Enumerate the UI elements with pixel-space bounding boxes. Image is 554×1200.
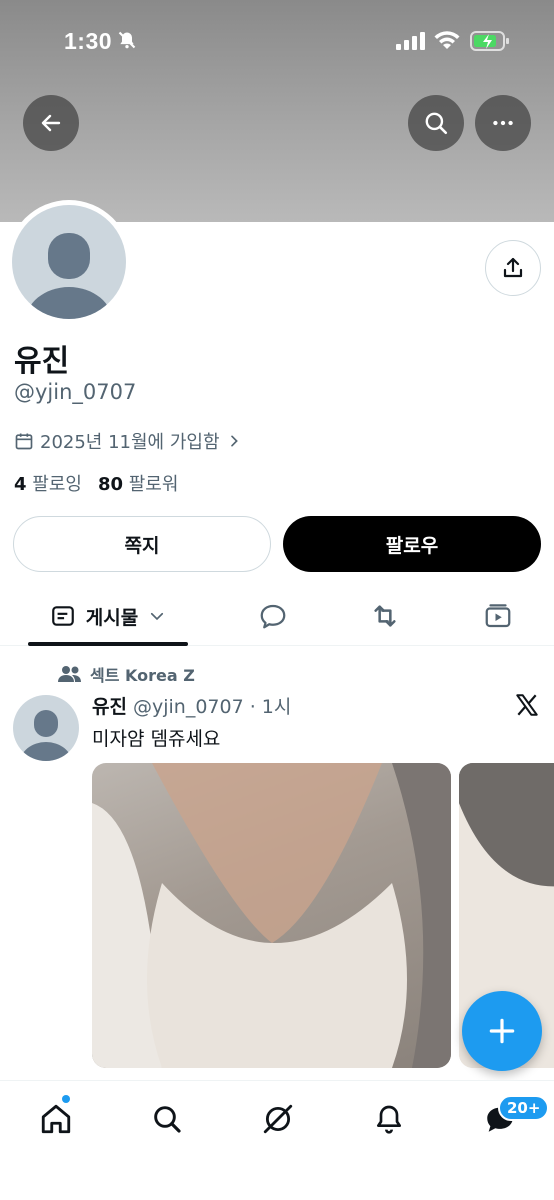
chevron-right-icon	[230, 435, 238, 447]
default-avatar-icon	[25, 233, 113, 319]
wifi-icon	[433, 29, 461, 55]
follow-counts: 4 팔로잉 80 팔로워	[14, 470, 178, 496]
repost-icon	[374, 605, 396, 627]
joined-date[interactable]: 2025년 11월에 가입함	[14, 428, 242, 454]
compose-post-button[interactable]	[462, 991, 542, 1071]
home-icon	[41, 1104, 71, 1134]
community-name: 섹트 Korea Z	[90, 666, 195, 685]
x-logo-icon	[514, 692, 540, 722]
video-media-icon	[485, 604, 511, 628]
followers-link[interactable]: 80 팔로워	[98, 470, 178, 496]
joined-text: 2025년 11월에 가입함	[40, 432, 220, 453]
following-link[interactable]: 4 팔로잉	[14, 470, 82, 496]
profile-tabs: 게시물	[0, 586, 554, 646]
grok-icon	[263, 1104, 293, 1134]
post-text: 미자얌 뎀쥬세요	[92, 728, 221, 750]
nav-notifications[interactable]	[369, 1099, 409, 1139]
user-handle: @yjin_0707	[14, 380, 137, 404]
plus-icon	[489, 1018, 515, 1044]
message-button[interactable]: 쪽지	[13, 516, 271, 572]
active-tab-indicator	[28, 642, 188, 646]
photo-placeholder	[92, 763, 451, 1068]
bell-slash-icon	[117, 30, 137, 54]
post-author-name[interactable]: 유진	[92, 692, 127, 719]
default-avatar-icon	[20, 710, 72, 761]
tab-posts[interactable]: 게시물	[28, 586, 188, 646]
search-icon	[154, 1106, 181, 1133]
battery-charging-icon	[470, 30, 510, 56]
nav-grok[interactable]	[258, 1099, 298, 1139]
tab-replies[interactable]	[243, 586, 303, 646]
share-icon	[503, 257, 523, 278]
reply-bubble-icon	[260, 604, 286, 629]
status-time: 1:30	[64, 28, 113, 54]
post-list-icon	[51, 606, 74, 626]
tab-reposts[interactable]	[355, 586, 415, 646]
post-media-image-1[interactable]	[92, 763, 451, 1068]
display-name: 유진	[14, 344, 70, 379]
bottom-navigation: 20+	[0, 1080, 554, 1200]
back-button[interactable]	[23, 95, 79, 151]
status-bar: 1:30	[0, 0, 554, 80]
follow-button[interactable]: 팔로우	[283, 516, 541, 572]
arrow-left-icon	[41, 114, 61, 132]
post-author-meta[interactable]: @yjin_0707 · 1시	[133, 692, 291, 719]
tab-media[interactable]	[468, 586, 528, 646]
home-notification-dot	[62, 1095, 70, 1103]
share-button[interactable]	[485, 240, 541, 296]
nav-home[interactable]	[36, 1099, 76, 1139]
tab-posts-label: 게시물	[85, 606, 139, 629]
search-button[interactable]	[408, 95, 464, 151]
more-options-button[interactable]	[475, 95, 531, 151]
search-icon	[425, 112, 448, 135]
profile-avatar[interactable]	[7, 200, 131, 324]
messages-badge: 20+	[498, 1095, 550, 1121]
ellipsis-icon	[493, 120, 513, 126]
cellular-signal-icon	[396, 32, 426, 54]
nav-search[interactable]	[147, 1099, 187, 1139]
calendar-icon	[15, 433, 33, 450]
chevron-down-icon	[151, 612, 164, 621]
post-author-avatar[interactable]	[13, 695, 79, 761]
community-context[interactable]: 섹트 Korea Z	[58, 662, 195, 686]
community-icon	[58, 666, 81, 682]
bell-icon	[377, 1105, 401, 1134]
post-header: 유진 @yjin_0707 · 1시	[92, 692, 291, 719]
